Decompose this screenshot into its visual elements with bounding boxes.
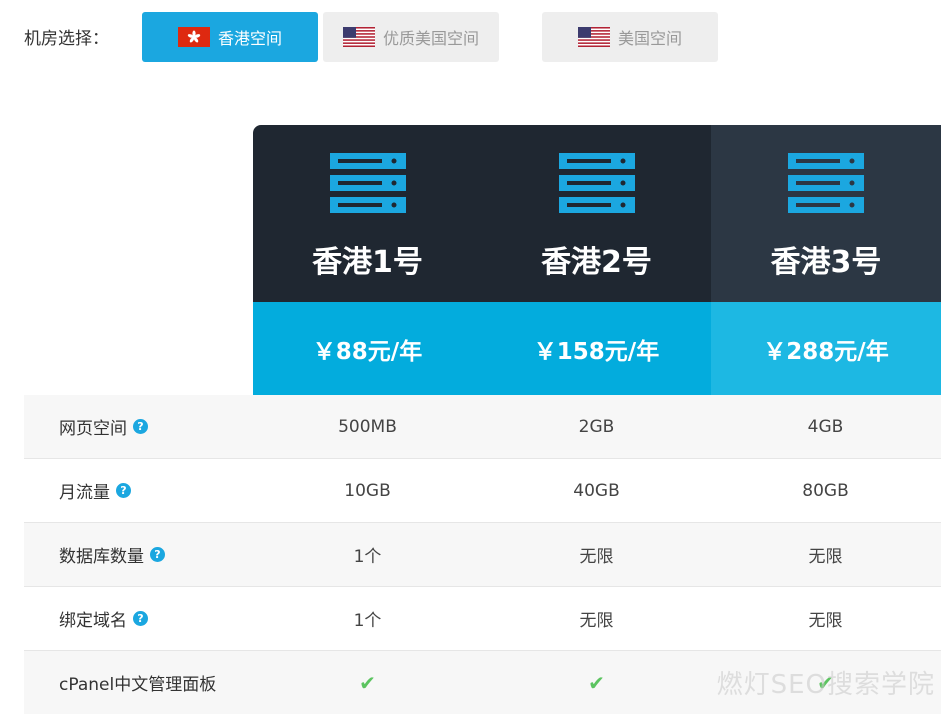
hk-flag-icon — [177, 27, 210, 47]
feature-value: 1个 — [353, 547, 382, 567]
watermark: 燃灯SEO搜索学院 — [716, 670, 935, 700]
plan-name: 香港3号 — [770, 245, 882, 280]
feature-label: 网页空间 — [59, 419, 127, 439]
plan-price: ￥88元/年 — [253, 302, 482, 395]
server-icon — [788, 153, 864, 213]
plan-name: 香港1号 — [312, 245, 423, 280]
table-row: 绑定域名 ? 1个 无限 无限 — [24, 587, 941, 651]
feature-value: 500MB — [338, 416, 397, 437]
feature-value: ✔ — [482, 671, 711, 695]
plan-header: 香港3号 — [711, 125, 941, 302]
feature-value: 40GB — [573, 480, 620, 501]
tab-label: 香港空间 — [217, 29, 282, 48]
table-row: 网页空间 ? 500MB 2GB 4GB — [24, 395, 941, 459]
plan-header: 香港1号 — [253, 125, 482, 302]
feature-value: 80GB — [802, 480, 849, 501]
table-row: 月流量 ? 10GB 40GB 80GB — [24, 459, 941, 523]
feature-label-wrap: 绑定域名 ? — [24, 606, 253, 631]
feature-label: 绑定域名 — [59, 611, 127, 631]
help-icon[interactable]: ? — [133, 419, 148, 434]
tab-label: 优质美国空间 — [382, 29, 479, 48]
feature-label-wrap: 月流量 ? — [24, 478, 253, 503]
feature-value: 1个 — [353, 611, 382, 631]
plan-column-1: 香港1号 ￥88元/年 — [253, 125, 482, 395]
feature-label: 数据库数量 — [59, 547, 144, 567]
help-icon[interactable]: ? — [133, 611, 148, 626]
feature-value: 无限 — [808, 611, 843, 631]
region-label: 机房选择： — [24, 29, 109, 49]
plan-name: 香港2号 — [541, 245, 652, 280]
plan-headers: 香港1号 ￥88元/年 香港2号 ￥158元/年 香港3号 ￥288元/年 — [253, 125, 941, 395]
tab-hongkong[interactable]: 香港空间 — [142, 12, 318, 62]
feature-value: ✔ — [253, 671, 482, 695]
feature-value: 无限 — [579, 611, 614, 631]
feature-value: 无限 — [808, 547, 843, 567]
us-flag-icon — [342, 27, 375, 47]
plan-column-2: 香港2号 ￥158元/年 — [482, 125, 711, 395]
check-icon: ✔ — [359, 670, 376, 695]
feature-label-wrap: cPanel中文管理面板 — [24, 670, 253, 695]
feature-label-wrap: 数据库数量 ? — [24, 542, 253, 567]
help-icon[interactable]: ? — [150, 547, 165, 562]
plan-price: ￥158元/年 — [482, 302, 711, 395]
table-row: 数据库数量 ? 1个 无限 无限 — [24, 523, 941, 587]
server-icon — [329, 153, 406, 213]
check-icon: ✔ — [588, 670, 605, 695]
feature-value: 10GB — [344, 480, 391, 501]
us-flag-icon — [577, 27, 610, 47]
feature-value: 4GB — [807, 416, 844, 437]
help-icon[interactable]: ? — [116, 483, 131, 498]
tab-label: 美国空间 — [617, 29, 682, 48]
tab-premium-us[interactable]: 优质美国空间 — [323, 12, 499, 62]
plan-price: ￥288元/年 — [711, 302, 941, 395]
feature-label: 月流量 — [59, 483, 110, 503]
server-icon — [558, 153, 635, 213]
tab-us[interactable]: 美国空间 — [542, 12, 718, 62]
plan-header: 香港2号 — [482, 125, 711, 302]
feature-value: 无限 — [579, 547, 614, 567]
feature-label-wrap: 网页空间 ? — [24, 414, 253, 439]
plan-column-3: 香港3号 ￥288元/年 — [711, 125, 941, 395]
feature-value: 2GB — [578, 416, 615, 437]
feature-label: cPanel中文管理面板 — [59, 675, 217, 695]
